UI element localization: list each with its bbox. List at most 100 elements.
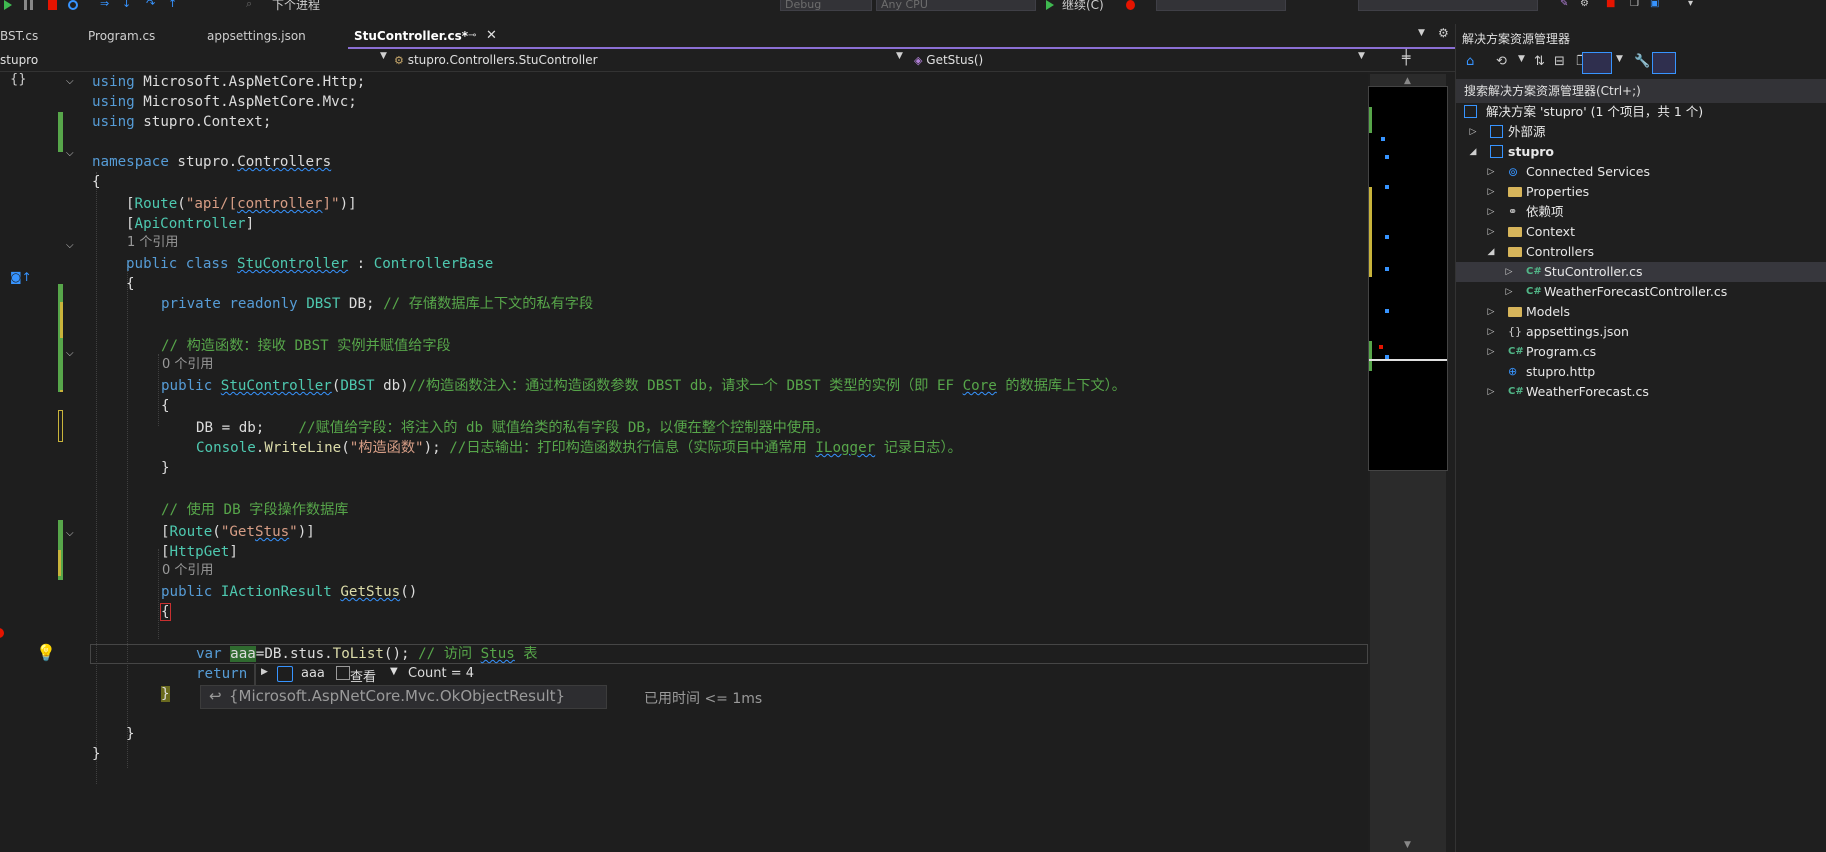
overflow-icon[interactable]: ▾	[1688, 0, 1697, 10]
fold-toggle-icon[interactable]: ⌵	[66, 148, 74, 159]
expand-icon[interactable]: ▷	[1504, 282, 1514, 302]
restart-icon[interactable]	[68, 0, 78, 10]
home-icon[interactable]: ⌂	[1466, 54, 1474, 69]
pause-icon[interactable]	[24, 0, 27, 10]
member-dropdown[interactable]: ◈ GetStus()	[914, 51, 1364, 69]
record-icon[interactable]: ■	[1606, 0, 1615, 10]
step-out-icon[interactable]: ↑	[168, 0, 177, 10]
copy-icon[interactable]: ❐	[1630, 0, 1639, 10]
close-icon[interactable]: ✕	[486, 24, 497, 48]
fold-toggle-icon[interactable]: ⌵	[66, 240, 74, 251]
expand-icon[interactable]: ▷	[1486, 222, 1496, 242]
tab-bst[interactable]: BST.cs	[0, 24, 76, 48]
tree-item-connected-services[interactable]: ▷ ⊚ Connected Services	[1464, 162, 1824, 182]
code-line: }	[161, 460, 170, 476]
stop-icon[interactable]	[48, 0, 57, 10]
breakpoint-toolbar-icon[interactable]	[1126, 0, 1135, 10]
project-dropdown[interactable]: stupro	[0, 51, 386, 69]
breakpoint-icon[interactable]	[0, 628, 4, 638]
tab-settings-icon[interactable]: ⚙	[1438, 26, 1449, 40]
step-over-icon[interactable]: ↷	[146, 0, 155, 10]
solution-icon	[1464, 105, 1477, 118]
startup-item-dropdown[interactable]	[1156, 0, 1286, 11]
reference-count[interactable]: 1 个引用	[127, 234, 178, 252]
wrench-icon[interactable]: 🔧	[1634, 54, 1650, 69]
fold-toggle-icon[interactable]: ⌵	[66, 528, 74, 539]
tab-appsettings[interactable]: appsettings.json	[207, 24, 337, 48]
tree-item-context[interactable]: ▷ Context	[1464, 222, 1824, 242]
next-process-button[interactable]: 下个进程	[272, 0, 320, 13]
history-icon[interactable]: ⟲	[1496, 54, 1507, 69]
tree-item-properties[interactable]: ▷ Properties	[1464, 182, 1824, 202]
tree-item-dependencies[interactable]: ▷ ⚭ 依赖项	[1464, 202, 1824, 222]
tree-item-program[interactable]: ▷ C# Program.cs	[1464, 342, 1824, 362]
tree-item-external-sources[interactable]: ▷ 外部源	[1464, 122, 1824, 142]
document-tab-strip: BST.cs Program.cs appsettings.json StuCo…	[0, 24, 1455, 48]
code-line: var aaa=DB.stus.ToList(); // 访问 Stus 表	[196, 646, 538, 662]
scroll-up-icon[interactable]: ▲	[1404, 76, 1411, 86]
pin-icon[interactable]: ⊸	[468, 24, 476, 48]
tree-item-appsettings[interactable]: ▷ {} appsettings.json	[1464, 322, 1824, 342]
change-marker	[58, 410, 63, 442]
fold-toggle-icon[interactable]: ⌵	[66, 348, 74, 359]
step-into-icon[interactable]: ↓	[122, 0, 131, 10]
code-map-icon[interactable]: {}	[10, 72, 27, 87]
class-dropdown[interactable]: ⚙ stupro.Controllers.StuController	[394, 51, 900, 69]
solution-search-input[interactable]: 搜索解决方案资源管理器(Ctrl+;)	[1456, 79, 1826, 103]
expand-icon[interactable]: ▷	[1486, 302, 1496, 322]
expand-icon[interactable]: ▷	[1468, 122, 1478, 142]
tool-icon[interactable]: ✎	[1560, 0, 1569, 10]
show-next-statement-icon[interactable]: ⇒	[100, 0, 109, 10]
code-line: // 使用 DB 字段操作数据库	[161, 502, 349, 518]
search-icon[interactable]: ⌕	[246, 0, 255, 10]
csharp-file-icon: C#	[1526, 266, 1542, 277]
expand-icon[interactable]: ▷	[1504, 262, 1514, 282]
tab-program[interactable]: Program.cs	[88, 24, 192, 48]
collapse-icon[interactable]: ◢	[1486, 242, 1496, 262]
preview-toggle-button[interactable]	[1652, 52, 1676, 74]
expand-icon[interactable]: ▷	[1486, 322, 1496, 342]
expand-icon[interactable]: ▷	[1486, 162, 1496, 182]
collapse-all-icon[interactable]: ⊟	[1554, 54, 1565, 69]
reference-count[interactable]: 0 个引用	[162, 356, 213, 374]
sync-icon[interactable]: ⇅	[1534, 54, 1545, 69]
expand-icon[interactable]: ▷	[1486, 182, 1496, 202]
filter-button[interactable]	[1582, 52, 1612, 74]
implementation-icon[interactable]: ◙↑	[10, 270, 32, 284]
chevron-down-icon[interactable]: ▼	[1616, 54, 1623, 64]
tree-item-weatherforecastcontroller[interactable]: ▷ C# WeatherForecastController.cs	[1456, 282, 1826, 302]
code-minimap[interactable]	[1368, 86, 1448, 471]
continue-icon[interactable]	[4, 0, 12, 10]
fold-toggle-icon[interactable]: ⌵	[66, 76, 74, 87]
code-line: {	[161, 398, 170, 414]
tree-item-project[interactable]: ◢ stupro	[1464, 142, 1824, 162]
member-name: GetStus()	[926, 53, 984, 67]
expand-icon[interactable]: ▷	[1486, 202, 1496, 222]
settings-icon[interactable]: ⚙	[1580, 0, 1589, 10]
tree-item-weatherforecast[interactable]: ▷ C# WeatherForecast.cs	[1464, 382, 1824, 402]
config-dropdown[interactable]: Debug	[780, 0, 872, 11]
lightbulb-icon[interactable]: 💡	[36, 643, 56, 662]
tree-item-label: WeatherForecast.cs	[1526, 384, 1649, 399]
collapse-icon[interactable]: ◢	[1468, 142, 1478, 162]
tree-item-stupro-http[interactable]: ⊕ stupro.http	[1464, 362, 1824, 382]
window-icon[interactable]: ▣	[1650, 0, 1659, 10]
tree-item-label: stupro	[1508, 144, 1555, 159]
search-box[interactable]	[1358, 0, 1538, 11]
continue-button[interactable]: 继续(C)	[1062, 0, 1104, 13]
tree-item-stucontroller[interactable]: ▷ C# StuController.cs	[1456, 262, 1826, 282]
expand-icon[interactable]: ▷	[1486, 342, 1496, 362]
csharp-file-icon: C#	[1508, 346, 1524, 357]
scroll-down-icon[interactable]: ▼	[1404, 840, 1411, 850]
platform-dropdown[interactable]: Any CPU	[876, 0, 1036, 11]
tab-stucontroller[interactable]: StuController.cs* ⊸ ✕	[348, 24, 510, 48]
expand-icon[interactable]: ▷	[1486, 382, 1496, 402]
tree-item-controllers[interactable]: ◢ Controllers	[1464, 242, 1824, 262]
code-editor[interactable]: {} ◙↑ 💡 ⌵ ⌵ ⌵ ⌵ ⌵ using Microsoft.AspNet…	[0, 72, 1368, 852]
tree-item-label: Properties	[1526, 184, 1590, 199]
tree-item-models[interactable]: ▷ Models	[1464, 302, 1824, 322]
reference-count[interactable]: 0 个引用	[162, 562, 213, 580]
chevron-down-icon[interactable]: ▼	[1518, 54, 1525, 64]
split-window-icon[interactable]: ╪	[1402, 50, 1410, 66]
tab-list-dropdown-icon[interactable]: ▼	[1418, 28, 1425, 38]
